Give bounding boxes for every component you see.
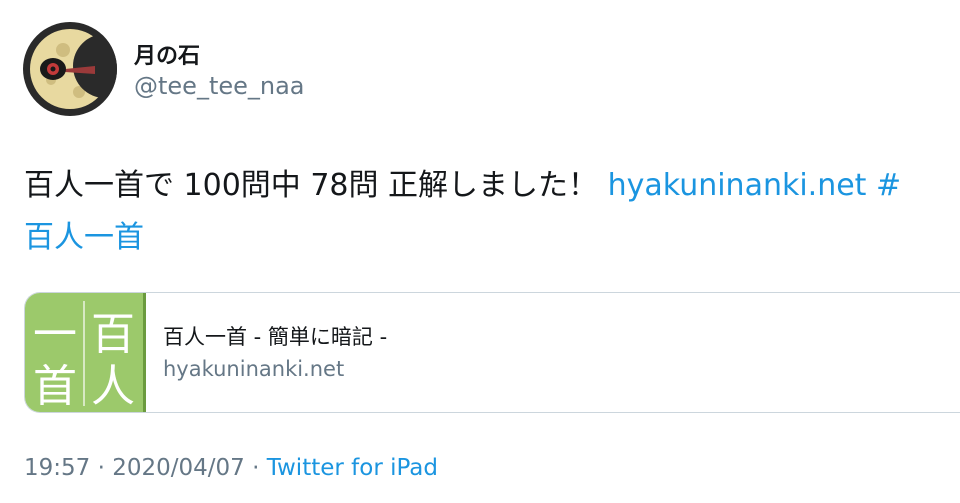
tweet-text-body: 百人一首で 100問中 78問 正解しました！ <box>24 168 608 203</box>
tweet-meta: 19:57 · 2020/04/07 · Twitter for iPad <box>24 455 438 481</box>
meta-separator-2: · <box>244 455 267 481</box>
card-title: 百人一首 - 簡単に暗記 - <box>163 325 388 349</box>
user-handle[interactable]: @tee_tee_naa <box>134 72 305 100</box>
card-thumbnail-image: 一 百 首 人 <box>33 301 135 412</box>
thumb-char-2: 百 <box>91 309 135 360</box>
avatar[interactable] <box>23 22 117 116</box>
meta-separator-1: · <box>90 455 113 481</box>
lunatone-avatar-icon <box>23 22 117 116</box>
tweet-date[interactable]: 2020/04/07 <box>112 455 245 481</box>
tweet-text-line-1: 百人一首で 100問中 78問 正解しました！ hyakuninanki.net… <box>24 160 960 212</box>
tweet-text: 百人一首で 100問中 78問 正解しました！ hyakuninanki.net… <box>24 160 960 264</box>
hashtag-link[interactable]: 百人一首 <box>24 220 144 255</box>
hashtag-symbol[interactable]: # <box>866 168 901 203</box>
tweet-time[interactable]: 19:57 <box>24 455 90 481</box>
card-thumbnail: 一 百 首 人 <box>25 293 146 412</box>
thumb-char-1: 一 <box>33 309 77 360</box>
card-domain: hyakuninanki.net <box>163 357 345 381</box>
thumb-char-3: 首 <box>33 361 77 412</box>
tweet: 月の石 @tee_tee_naa 百人一首で 100問中 78問 正解しました！… <box>0 0 960 503</box>
tweet-source[interactable]: Twitter for iPad <box>267 455 438 481</box>
tweet-text-line-2: 百人一首 <box>24 212 960 264</box>
link-card[interactable]: 一 百 首 人 百人一首 - 簡単に暗記 - hyakuninanki.net <box>24 292 960 413</box>
thumb-char-4: 人 <box>91 361 135 412</box>
tweet-link[interactable]: hyakuninanki.net <box>608 168 867 203</box>
display-name[interactable]: 月の石 <box>134 38 200 70</box>
